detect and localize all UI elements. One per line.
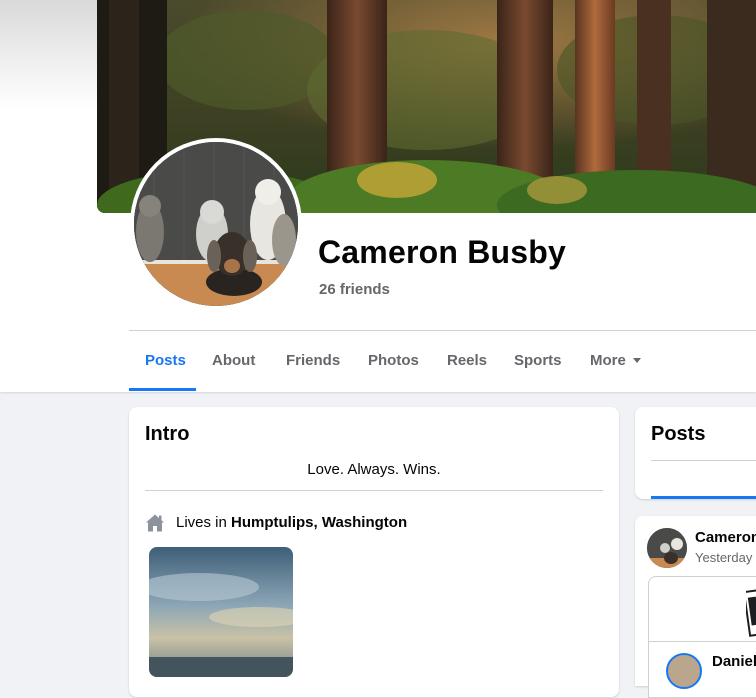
lives-prefix: Lives in [176,514,227,531]
friends-count[interactable]: 26 friends [319,281,390,298]
posts-title: Posts [651,423,706,445]
intro-card: Intro Love. Always. Wins. Lives in Humpt… [129,407,619,697]
posts-section-card: Posts [635,407,756,499]
post-author-avatar[interactable] [647,528,687,568]
tab-posts[interactable]: Posts [145,331,186,391]
posts-divider [651,460,756,461]
post-timestamp[interactable]: Yesterday [695,550,752,565]
intro-title: Intro [145,423,190,445]
featured-sky-image [149,547,293,677]
shared-author-avatar[interactable] [666,653,702,689]
left-edge-shade [0,0,97,110]
shared-post-divider [649,641,756,642]
shared-post-image [746,589,756,637]
tab-more[interactable]: More [590,331,641,391]
profile-name: Cameron Busby [318,234,566,270]
home-icon [146,514,164,532]
location-link[interactable]: Humptulips, Washington [231,514,407,531]
tab-friends[interactable]: Friends [286,331,340,391]
caret-down-icon [632,357,641,363]
profile-avatar[interactable] [130,138,302,310]
profile-tabs: Posts About Friends Photos Reels Sports … [129,331,756,391]
tab-photos[interactable]: Photos [368,331,419,391]
post-avatar-image [647,528,687,568]
avatar-pets-image [134,142,298,306]
featured-photo[interactable] [149,547,293,677]
bio-text: Love. Always. Wins. [307,461,441,478]
post-card: Cameron Yesterday Daniel [635,516,756,698]
tab-more-label: More [590,352,626,369]
intro-divider [145,490,603,491]
tab-about[interactable]: About [212,331,255,391]
shared-post[interactable]: Daniel [648,576,756,698]
shared-author-name[interactable]: Daniel [712,653,756,670]
post-author-name[interactable]: Cameron [695,529,756,546]
posts-view-indicator [651,496,756,499]
active-tab-indicator [129,388,196,391]
tab-sports[interactable]: Sports [514,331,562,391]
tab-reels[interactable]: Reels [447,331,487,391]
